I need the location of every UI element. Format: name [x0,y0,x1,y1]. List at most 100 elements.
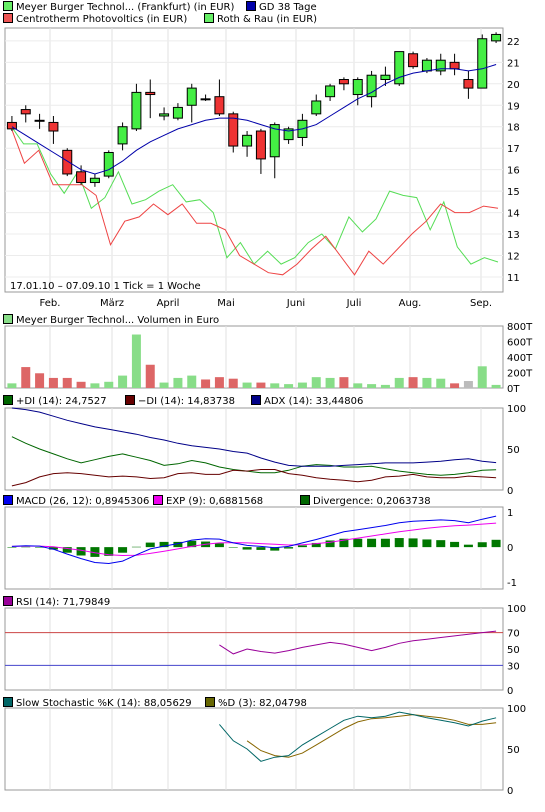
candle-body [172,106,183,119]
legend-label: Meyer Burger Technol... Volumen in Euro [16,315,220,326]
rsi-tick-label: 30 [507,661,520,672]
macd-tick-label: -1 [507,578,517,589]
month-label: Feb. [40,298,61,309]
volume-bar [325,377,335,388]
divergence-bar [242,547,252,550]
legend-label: %D (3): 82,04798 [218,698,307,709]
candle-body [325,85,336,98]
divergence-bar [145,542,155,548]
dmi-tick-label: 0 [507,486,513,497]
volume-bar [201,379,211,388]
month-label: Mai [217,298,235,309]
legend-macd-0: MACD (26, 12): 0,8945306 [3,495,149,507]
price-tick-label: 14 [507,209,520,220]
divergence-bar [422,539,432,548]
divergence-bar [297,545,307,548]
volume-bar [118,375,128,388]
legend-label: Roth & Rau (in EUR) [217,14,318,25]
candle-body [408,53,419,68]
candle-body [117,126,128,145]
legend-dmi-2: ADX (14): 33,44806 [251,395,363,407]
gd38-line [11,64,497,175]
volume-bar [284,384,294,388]
volume-bar [90,383,100,388]
rsi-tick-label: 70 [507,629,520,640]
volume-bar [311,377,321,388]
dmi-tick-label: 100 [507,404,526,415]
divergence-bar [284,547,294,549]
candle-body [255,130,266,160]
candle-body [214,96,225,115]
volume-tick-label: 400T [507,353,533,364]
volume-bar [104,381,114,388]
month-label: Juli [346,298,362,309]
legend-macd-1: EXP (9): 0,6881568 [153,495,263,507]
price-tick-label: 20 [507,80,520,91]
volume-bar [491,384,501,388]
divergence-bar [394,538,404,548]
month-label: März [100,298,124,309]
volume-bar [270,383,280,388]
roth-rau-line [9,124,499,265]
price-tick-label: 12 [507,252,520,263]
volume-bar [187,375,197,388]
stochastic-tick-label: 50 [507,745,520,756]
volume-bar [436,378,446,388]
volume-bar [48,377,58,388]
legend-label: EXP (9): 0,6881568 [166,496,264,507]
candle-body [131,91,142,130]
price-tick-label: 22 [507,37,520,48]
candle-body [463,79,474,89]
volume-bar [131,334,141,388]
dmi-panel-frame [4,407,504,491]
legend-main-0: Meyer Burger Technol... (Frankfurt) (in … [3,1,234,13]
stochastic-tick-label: 100 [507,704,526,715]
legend-label: ADX (14): 33,44806 [264,396,364,407]
volume-bar [242,382,252,388]
volume-bar [408,377,418,388]
legend-label: −DI (14): 14,83738 [138,396,235,407]
legend-rsi: RSI (14): 71,79849 [3,596,110,608]
volume-bar [477,366,487,388]
legend-label: Divergence: 0,2063738 [313,496,431,507]
volume-tick-label: 600T [507,338,533,349]
legend-label: +DI (14): 24,7527 [16,396,107,407]
volume-bar [145,364,155,388]
price-tick-label: 21 [507,58,520,69]
candle-body [159,113,170,117]
volume-bar [463,381,473,388]
legend-dmi-1: −DI (14): 14,83738 [125,395,235,407]
candle-body [477,38,488,89]
legend-label: Centrotherm Photovoltics (in EUR) [16,14,188,25]
legend-main-3: Roth & Rau (in EUR) [204,13,317,25]
legend-stoch-1: %D (3): 82,04798 [205,697,307,709]
divergence-bar [256,547,266,550]
candle-body [311,100,322,115]
macd-tick-label: 1 [507,508,513,519]
volume-bar [450,383,460,388]
volume-bar [367,384,377,388]
legend-swatch [3,1,13,11]
price-tick-label: 11 [507,273,520,284]
legend-label: RSI (14): 71,79849 [16,597,111,608]
stoch-d-line [246,714,497,758]
legend-dmi-0: +DI (14): 24,7527 [3,395,107,407]
rsi-tick-label: 100 [507,604,526,615]
volume-bar [256,382,266,388]
volume-bar [297,382,307,388]
divergence-bar [463,544,473,548]
stochastic-panel-frame [4,707,504,791]
divergence-bar [380,538,390,548]
legend-main-2: Centrotherm Photovoltics (in EUR) [3,13,187,25]
legend-label: MACD (26, 12): 0,8945306 [16,496,150,507]
candle-body [421,59,432,72]
volume-bar [76,381,86,388]
candle-body [20,109,31,115]
rsi-tick-label: 50 [507,645,520,656]
adx-line [11,407,497,467]
volume-tick-label: 200T [507,369,533,380]
stochastic-tick-label: 0 [507,786,513,797]
volume-bar [35,373,45,388]
candle-body [200,98,211,101]
price-tick-label: 19 [507,101,520,112]
